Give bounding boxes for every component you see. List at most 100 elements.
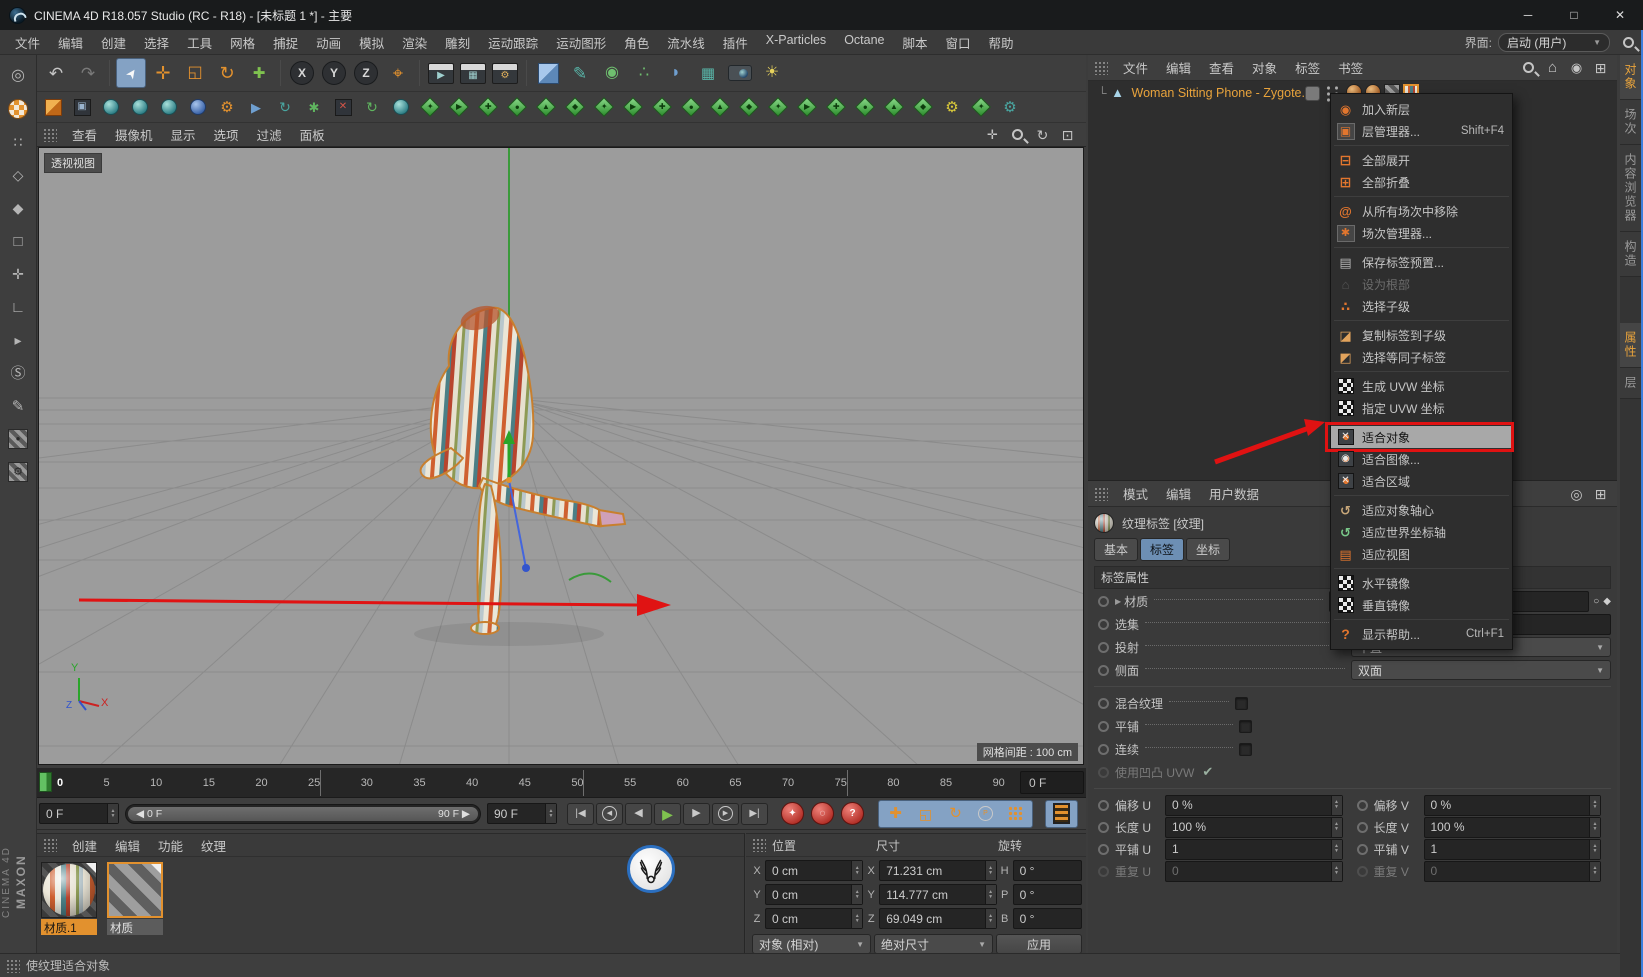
panel-tab-0[interactable]: 属性: [1620, 323, 1641, 368]
xparticles-icon-5[interactable]: ▲: [534, 95, 558, 119]
material-clear-icon[interactable]: ○: [1593, 596, 1599, 607]
param-field-平铺-V[interactable]: 1 ▲ ▼: [1423, 838, 1601, 860]
xparticles-icon-18[interactable]: ◆: [911, 95, 935, 119]
position-record-icon[interactable]: ✚: [882, 802, 909, 826]
menu-item-6[interactable]: 捕捉: [264, 33, 307, 52]
menu-item-4[interactable]: 过滤: [248, 125, 291, 144]
ctx-adapt-to-object-axis[interactable]: ↺ 适应对象轴心: [1331, 499, 1512, 521]
end-frame-spinner[interactable]: 90 F ▲ ▼: [487, 803, 557, 824]
menu-item-4[interactable]: 标签: [1286, 58, 1329, 77]
maximize-button[interactable]: □: [1551, 0, 1597, 30]
menu-item-3[interactable]: 选项: [205, 125, 248, 144]
filter-icon[interactable]: ◉: [1566, 57, 1587, 78]
rot-h-field[interactable]: 0 °: [1012, 860, 1082, 881]
menu-item-10[interactable]: 雕刻: [436, 33, 479, 52]
xparticles-icon-16[interactable]: ●: [853, 95, 877, 119]
size-z-field[interactable]: 69.049 cm ▲ ▼: [879, 908, 997, 929]
lock-z-icon[interactable]: Z: [351, 58, 381, 88]
ctx-take-manager[interactable]: ✱ 场次管理器...: [1331, 222, 1512, 244]
add-panel-icon[interactable]: ⊞: [1590, 57, 1611, 78]
add-panel-icon[interactable]: ⊞: [1590, 483, 1611, 504]
ctx-fit-to-image[interactable]: ◉ 适合图像...: [1331, 448, 1512, 470]
menu-item-7[interactable]: 动画: [307, 33, 350, 52]
texture-mode-icon[interactable]: [4, 96, 32, 122]
xparticles-icon-3[interactable]: ✚: [476, 95, 500, 119]
panel-handle[interactable]: [43, 127, 57, 142]
menu-item-2[interactable]: 查看: [1200, 58, 1243, 77]
tab-1[interactable]: 标签: [1140, 538, 1185, 561]
record-icon[interactable]: ✦: [780, 799, 810, 829]
parameter-record-icon[interactable]: P: [972, 802, 999, 826]
rotation-record-icon[interactable]: ↻: [942, 802, 969, 826]
plugin-delete-icon[interactable]: ✕: [331, 95, 355, 119]
spinner-arrows-icon[interactable]: ▲ ▼: [107, 804, 118, 823]
current-frame-field[interactable]: 0 F: [1020, 771, 1084, 794]
polygons-mode-icon[interactable]: ◆: [4, 195, 32, 221]
panel-tab-0[interactable]: 对象: [1620, 55, 1641, 100]
xparticles-icon-14[interactable]: ▶: [795, 95, 819, 119]
menu-item-20[interactable]: 帮助: [980, 33, 1023, 52]
rotate-view-icon[interactable]: ↻: [1032, 124, 1053, 145]
live-selection-icon[interactable]: ➤: [116, 58, 146, 88]
ctx-select-identical-tags[interactable]: ◩ 选择等同子标签: [1331, 346, 1512, 368]
interface-dropdown[interactable]: 启动 (用户) ▼: [1498, 32, 1610, 52]
toggle-panels-icon[interactable]: ⊡: [1057, 124, 1078, 145]
rotate-tool-icon[interactable]: ↻: [212, 58, 242, 88]
ctx-fold-all[interactable]: ⊞ 全部折叠: [1331, 171, 1512, 193]
menu-item-17[interactable]: Octane: [835, 33, 893, 52]
param-field-偏移-U[interactable]: 0 % ▲ ▼: [1165, 794, 1343, 816]
scale-tool-icon[interactable]: ◱: [180, 58, 210, 88]
ctx-assign-uvw[interactable]: 指定 UVW 坐标: [1331, 397, 1512, 419]
size-mode-dropdown[interactable]: 绝对尺寸 ▼: [874, 934, 993, 954]
menu-item-2[interactable]: 创建: [92, 33, 135, 52]
xparticles-icon-4[interactable]: ●: [505, 95, 529, 119]
panel-tab-1[interactable]: 场次: [1620, 100, 1641, 145]
menu-item-2[interactable]: 用户数据: [1200, 484, 1268, 503]
menu-item-1[interactable]: 编辑: [1157, 484, 1200, 503]
plugin-gear-yellow-icon[interactable]: ⚙: [940, 95, 964, 119]
xparticles-icon-13[interactable]: ✦: [766, 95, 790, 119]
material-item-0[interactable]: 材质.1: [41, 862, 99, 935]
rot-b-field[interactable]: 0 °: [1012, 908, 1082, 929]
plugin-water-icon[interactable]: [186, 95, 210, 119]
keyframe-selection-icon[interactable]: ?: [840, 799, 870, 829]
xparticles-icon-8[interactable]: ▶: [621, 95, 645, 119]
ctx-unfold-all[interactable]: ⊟ 全部展开: [1331, 149, 1512, 171]
panel-tab-2[interactable]: 内容浏览器: [1620, 145, 1641, 232]
spinner-arrows-icon[interactable]: ▲ ▼: [1589, 795, 1600, 815]
panel-handle[interactable]: [43, 838, 57, 852]
size-y-field[interactable]: 114.777 cm ▲ ▼: [879, 884, 997, 905]
ctx-remove-from-takes[interactable]: @ 从所有场次中移除: [1331, 200, 1512, 222]
xparticles-icon-11[interactable]: ▲: [708, 95, 732, 119]
menu-item-1[interactable]: 编辑: [1157, 58, 1200, 77]
ctx-show-help[interactable]: ? 显示帮助... Ctrl+F1: [1331, 623, 1512, 645]
menu-item-3[interactable]: 纹理: [192, 836, 235, 855]
next-key-icon[interactable]: ▶: [712, 802, 739, 825]
render-settings-icon[interactable]: ⚙: [490, 58, 520, 88]
ctx-adapt-to-world-axis[interactable]: ↺ 适应世界坐标轴: [1331, 521, 1512, 543]
tweak-mode-icon[interactable]: ▸: [4, 327, 32, 353]
spinner-arrows-icon[interactable]: ▲ ▼: [1330, 839, 1342, 859]
ctx-mirror-vertical[interactable]: 垂直镜像: [1331, 594, 1512, 616]
anim-dot[interactable]: [1098, 843, 1109, 855]
menu-item-4[interactable]: 工具: [178, 33, 221, 52]
param-field-长度-V[interactable]: 100 % ▲ ▼: [1423, 816, 1601, 838]
plugin-globe-icon[interactable]: [128, 95, 152, 119]
zoom-view-icon[interactable]: [1007, 124, 1028, 145]
xparticles-icon-10[interactable]: ●: [679, 95, 703, 119]
layer-color-chip[interactable]: [1305, 86, 1320, 101]
param-field-平铺-U[interactable]: 1 ▲ ▼: [1165, 838, 1343, 860]
menu-item-1[interactable]: 编辑: [106, 836, 149, 855]
move-tool-icon[interactable]: ✛: [148, 58, 178, 88]
plugin-cycle-icon[interactable]: ↻: [273, 95, 297, 119]
plugin-material-icon[interactable]: [41, 95, 65, 119]
paint-icon[interactable]: ✎: [4, 393, 32, 419]
menu-item-5[interactable]: 面板: [291, 125, 334, 144]
apply-button[interactable]: 应用: [996, 934, 1082, 954]
plugin-refresh-icon[interactable]: ↻: [360, 95, 384, 119]
play-icon[interactable]: ▶: [654, 802, 681, 825]
subdivision-surface-icon[interactable]: ◉: [597, 58, 627, 88]
xparticles-icon-1[interactable]: ✦: [418, 95, 442, 119]
ctx-select-children[interactable]: ∴ 选择子级: [1331, 295, 1512, 317]
timeline-window-button[interactable]: [1045, 799, 1078, 828]
